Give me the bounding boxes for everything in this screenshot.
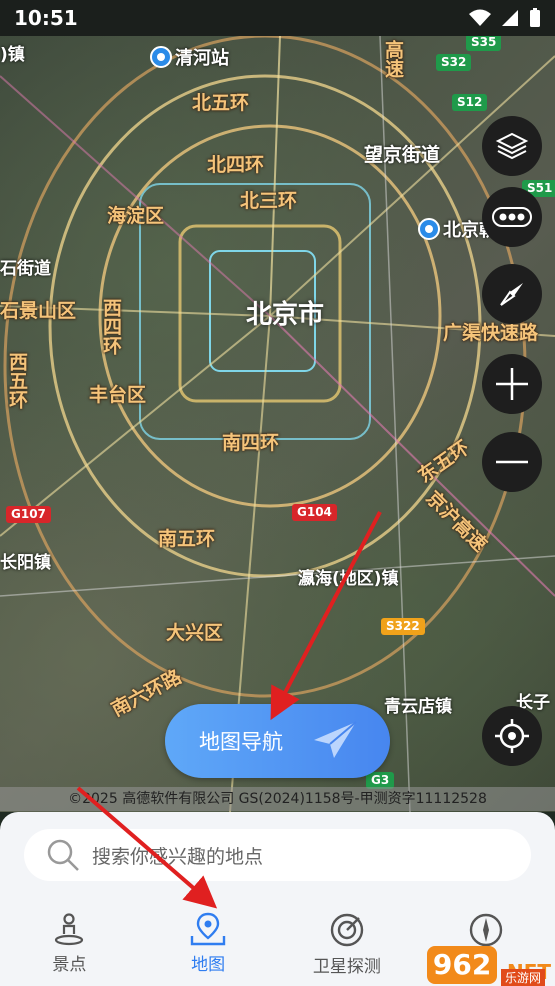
layers-button[interactable] [482,116,542,176]
map-view[interactable]: 清河站 北京朝阳站 )镇 北五环 北四环 北三环 海淀区 高速 望京街道 石街道… [0,36,555,812]
plus-icon [496,368,528,400]
locate-icon [495,719,529,753]
map-label: 西四环 [100,298,122,355]
status-time: 10:51 [14,6,78,30]
highway-shield: S32 [436,54,472,71]
tab-label: 地图 [191,955,226,975]
city-label: 北京市 [246,300,325,330]
map-navigation-label: 地图导航 [199,730,283,754]
map-label: 石街道 [0,259,51,279]
train-station-icon [150,46,172,68]
highway-shield: S322 [381,618,425,635]
station-label: 清河站 [175,48,229,69]
status-bar: 10:51 [0,0,555,36]
map-label: 西五环 [6,352,28,409]
status-icons [469,8,541,28]
map-navigation-button[interactable]: 地图导航 [165,704,390,778]
layers-icon [495,132,529,160]
search-icon [47,839,79,871]
wifi-icon [469,9,491,26]
map-label: 长阳镇 [0,553,51,573]
highway-shield: S12 [452,94,488,111]
map-label: 南五环 [158,528,216,550]
battery-icon [530,8,540,27]
zoom-in-button[interactable] [482,354,542,414]
map-label: 望京街道 [364,144,441,166]
minus-icon [496,460,528,464]
tab-satellite[interactable]: 卫星探测 [278,906,417,986]
zoom-out-button[interactable] [482,432,542,492]
map-label: 青云店镇 [384,697,452,717]
signal-icon [502,10,518,26]
compass-button[interactable] [482,264,542,324]
tab-scenic[interactable]: 景点 [0,906,139,986]
map-label: 海淀区 [107,205,165,227]
highway-shield: S35 [466,36,502,51]
map-label: )镇 [0,45,25,65]
highway-shield: G107 [6,506,51,523]
tab-label: 卫星探测 [312,957,381,977]
person-pin-icon [55,913,84,946]
map-label: 北三环 [240,190,298,212]
compass-icon [500,283,523,306]
highway-shield: G104 [292,504,337,521]
map-label: 石景山区 [0,300,77,322]
map-label: 大兴区 [166,622,224,644]
map-label: 北五环 [192,92,250,114]
satellite-icon [330,913,364,947]
tab-label: 景点 [52,955,87,975]
search-placeholder: 搜索你感兴趣的地点 [92,845,264,868]
bottom-sheet: 搜索你感兴趣的地点 景点 地图 卫星探测 962 乐游网 [0,812,555,986]
compass-icon [469,913,502,947]
station-qinghe[interactable]: 清河站 [150,44,229,70]
train-station-icon [418,218,440,240]
traffic-icon [492,207,532,227]
map-copyright: ©2025 高德软件有限公司 GS(2024)1158号-甲测资字1111252… [0,787,555,811]
traffic-button[interactable] [482,187,542,247]
map-label: 广渠快速路 [443,322,539,344]
watermark-sub: 乐游网 [500,969,545,986]
map-label: 丰台区 [89,384,147,406]
road-network [0,36,555,812]
map-pin-icon [190,912,226,946]
watermark-number: 962 [426,946,498,984]
locate-button[interactable] [482,706,542,766]
search-input[interactable]: 搜索你感兴趣的地点 [24,829,531,881]
map-label: 南四环 [222,432,280,454]
map-label: 瀛海(地区)镇 [298,569,399,589]
watermark-logo: 962 .NET 乐游网 [426,946,551,986]
paper-plane-icon [314,721,357,758]
map-label: 北四环 [207,154,265,176]
map-label: 高速 [382,40,404,78]
tab-map[interactable]: 地图 [139,906,278,986]
